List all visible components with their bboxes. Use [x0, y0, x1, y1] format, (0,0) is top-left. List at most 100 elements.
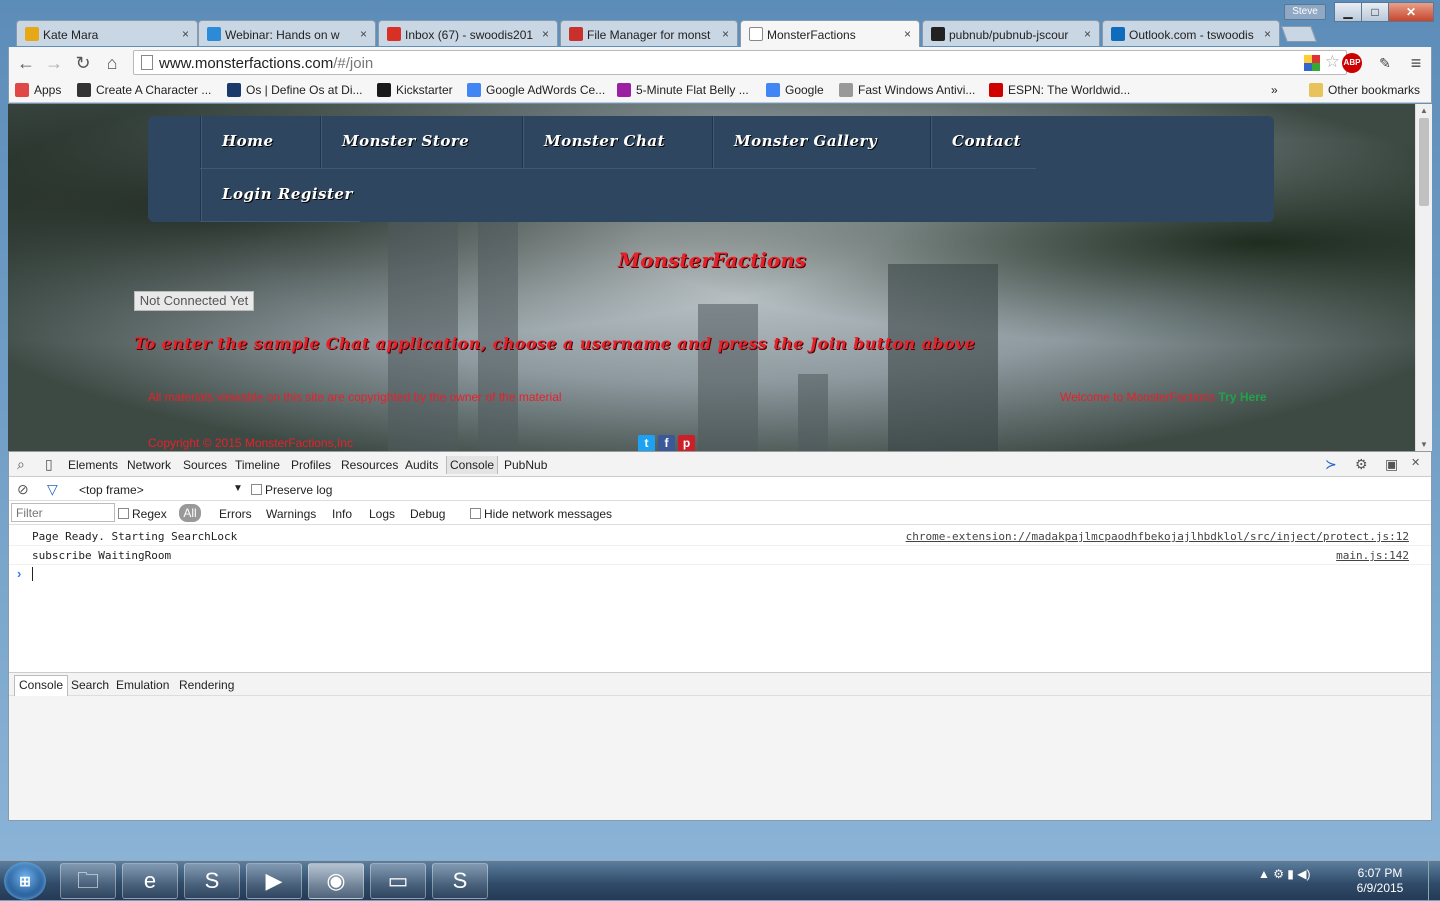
close-window-button[interactable]: ✕ — [1388, 2, 1434, 22]
show-desktop-button[interactable] — [1428, 861, 1440, 901]
facebook-icon[interactable]: f — [658, 435, 675, 451]
try-here-link[interactable]: Try Here — [1219, 390, 1267, 404]
close-tab-icon[interactable]: × — [542, 27, 549, 41]
devtools-tab-audits[interactable]: Audits — [405, 458, 438, 472]
close-tab-icon[interactable]: × — [1264, 27, 1271, 41]
home-icon[interactable]: ⌂ — [102, 53, 122, 73]
scroll-thumb[interactable] — [1419, 118, 1429, 206]
device-mode-icon[interactable]: ▯ — [45, 456, 53, 473]
bookmark-item[interactable]: Kickstarter — [377, 83, 453, 97]
context-select[interactable]: <top frame> — [79, 483, 144, 497]
level-info-button[interactable]: Info — [332, 507, 352, 521]
taskbar-skype[interactable]: S — [432, 863, 488, 899]
bookmark-star-icon[interactable]: ☆ — [1325, 52, 1340, 72]
other-bookmarks-folder[interactable]: Other bookmarks — [1309, 83, 1420, 97]
taskbar-sticky-notes[interactable]: ▭ — [370, 863, 426, 899]
devtools-tab-network[interactable]: Network — [127, 458, 171, 472]
taskbar-internet-explorer[interactable]: e — [122, 863, 178, 899]
page-scrollbar[interactable]: ▲ ▼ — [1415, 104, 1432, 451]
twitter-icon[interactable]: t — [638, 435, 655, 451]
nav-item-home[interactable]: Home — [200, 116, 320, 169]
chevron-down-icon[interactable]: ▼ — [233, 483, 243, 494]
taskbar-file-explorer[interactable]: 🗀 — [60, 863, 116, 899]
inspect-icon[interactable]: ⌕ — [17, 456, 25, 473]
address-bar[interactable]: www.monsterfactions.com/#/join ☆ — [133, 50, 1347, 75]
bookmark-item[interactable]: ESPN: The Worldwid... — [989, 83, 1130, 97]
taskbar-sublime[interactable]: S — [184, 863, 240, 899]
level-errors-button[interactable]: Errors — [219, 507, 252, 521]
log-row: Page Ready. Starting SearchLock chrome-ex… — [9, 527, 1431, 546]
nav-item-login-register[interactable]: Login Register — [200, 169, 360, 222]
close-tab-icon[interactable]: × — [722, 27, 729, 41]
adblock-icon[interactable]: ABP — [1342, 53, 1362, 73]
hide-network-checkbox[interactable] — [470, 508, 481, 519]
devtools-tab-profiles[interactable]: Profiles — [291, 458, 331, 472]
devtools-close-icon[interactable]: ✕ — [1411, 456, 1420, 469]
nav-item-monster-gallery[interactable]: Monster Gallery — [712, 116, 930, 169]
devtools-tab-pubnub[interactable]: PubNub — [504, 458, 547, 472]
nav-item-monster-chat[interactable]: Monster Chat — [522, 116, 712, 169]
tab-6[interactable]: Outlook.com - tswoodis × — [1102, 20, 1280, 46]
devtools-settings-icon[interactable]: ⚙ — [1355, 456, 1368, 473]
drawer-tab-emulation[interactable]: Emulation — [116, 678, 169, 692]
bookmark-item[interactable]: Apps — [15, 83, 61, 97]
preserve-log-checkbox[interactable] — [251, 484, 262, 495]
bookmark-item[interactable]: Fast Windows Antivi... — [839, 83, 975, 97]
tab-0[interactable]: Kate Mara × — [16, 20, 198, 46]
maximize-button[interactable]: □ — [1361, 2, 1389, 22]
minimize-button[interactable]: ▁ — [1334, 2, 1362, 22]
nav-item-contact[interactable]: Contact — [930, 116, 1036, 169]
console-input[interactable] — [32, 567, 33, 581]
bookmark-item[interactable]: Google — [766, 83, 824, 97]
bookmark-item[interactable]: 5-Minute Flat Belly ... — [617, 83, 749, 97]
close-tab-icon[interactable]: × — [904, 27, 911, 41]
forward-icon[interactable]: → — [44, 53, 64, 73]
level-all-button[interactable]: All — [179, 504, 201, 522]
taskbar-chrome[interactable]: ◉ — [308, 863, 364, 899]
bookmark-item[interactable]: Google AdWords Ce... — [467, 83, 605, 97]
tab-2[interactable]: Inbox (67) - swoodis201 × — [378, 20, 558, 46]
devtools-tab-timeline[interactable]: Timeline — [235, 458, 280, 472]
devtools-tab-elements[interactable]: Elements — [68, 458, 118, 472]
tab-3[interactable]: File Manager for monst × — [560, 20, 738, 46]
drawer-tab-search[interactable]: Search — [71, 678, 109, 692]
drawer-tab-console[interactable]: Console — [14, 675, 69, 696]
tools-icon[interactable]: ✎ — [1374, 52, 1396, 74]
log-source-link[interactable]: main.js:142 — [1336, 549, 1409, 562]
back-icon[interactable]: ← — [16, 53, 36, 73]
menu-icon[interactable]: ≡ — [1405, 52, 1427, 74]
bookmarks-overflow-button[interactable]: » — [1271, 83, 1278, 97]
drawer-tab-rendering[interactable]: Rendering — [179, 678, 234, 692]
bookmark-item[interactable]: Create A Character ... — [77, 83, 211, 97]
start-button[interactable]: ⊞ — [4, 862, 46, 900]
devtools-tab-resources[interactable]: Resources — [341, 458, 398, 472]
close-tab-icon[interactable]: × — [182, 27, 189, 41]
close-tab-icon[interactable]: × — [360, 27, 367, 41]
bookmark-item[interactable]: Os | Define Os at Di... — [227, 83, 362, 97]
devtools-tab-sources[interactable]: Sources — [183, 458, 227, 472]
taskbar-media-player[interactable]: ▶ — [246, 863, 302, 899]
clear-console-icon[interactable]: ⊘ — [17, 481, 29, 498]
reload-icon[interactable]: ↻ — [73, 53, 93, 73]
level-logs-button[interactable]: Logs — [369, 507, 395, 521]
profile-button[interactable]: Steve — [1284, 4, 1326, 20]
console-filter-input[interactable] — [11, 503, 115, 522]
filter-icon[interactable]: ▽ — [47, 481, 58, 498]
close-tab-icon[interactable]: × — [1084, 27, 1091, 41]
nav-item-monster-store[interactable]: Monster Store — [320, 116, 522, 169]
level-warnings-button[interactable]: Warnings — [266, 507, 316, 521]
log-source-link[interactable]: chrome-extension://madakpajlmcpaodhfbeko… — [906, 530, 1409, 543]
new-tab-button[interactable] — [1281, 26, 1317, 42]
tab-5[interactable]: pubnub/pubnub-jscour × — [922, 20, 1100, 46]
clock[interactable]: 6:07 PM 6/9/2015 — [1350, 866, 1410, 896]
extension-icon[interactable] — [1304, 55, 1320, 71]
pinterest-icon[interactable]: p — [678, 435, 695, 451]
devtools-tab-console[interactable]: Console — [446, 456, 499, 474]
console-drawer-icon[interactable]: ≻ — [1325, 456, 1337, 473]
regex-checkbox[interactable] — [118, 508, 129, 519]
dock-icon[interactable]: ▣ — [1385, 456, 1398, 473]
level-debug-button[interactable]: Debug — [410, 507, 445, 521]
tab-1[interactable]: Webinar: Hands on w × — [198, 20, 376, 46]
system-tray[interactable]: ▲ ⚙ ▮ ◀) — [1258, 867, 1310, 881]
tab-4[interactable]: MonsterFactions × — [740, 20, 920, 47]
